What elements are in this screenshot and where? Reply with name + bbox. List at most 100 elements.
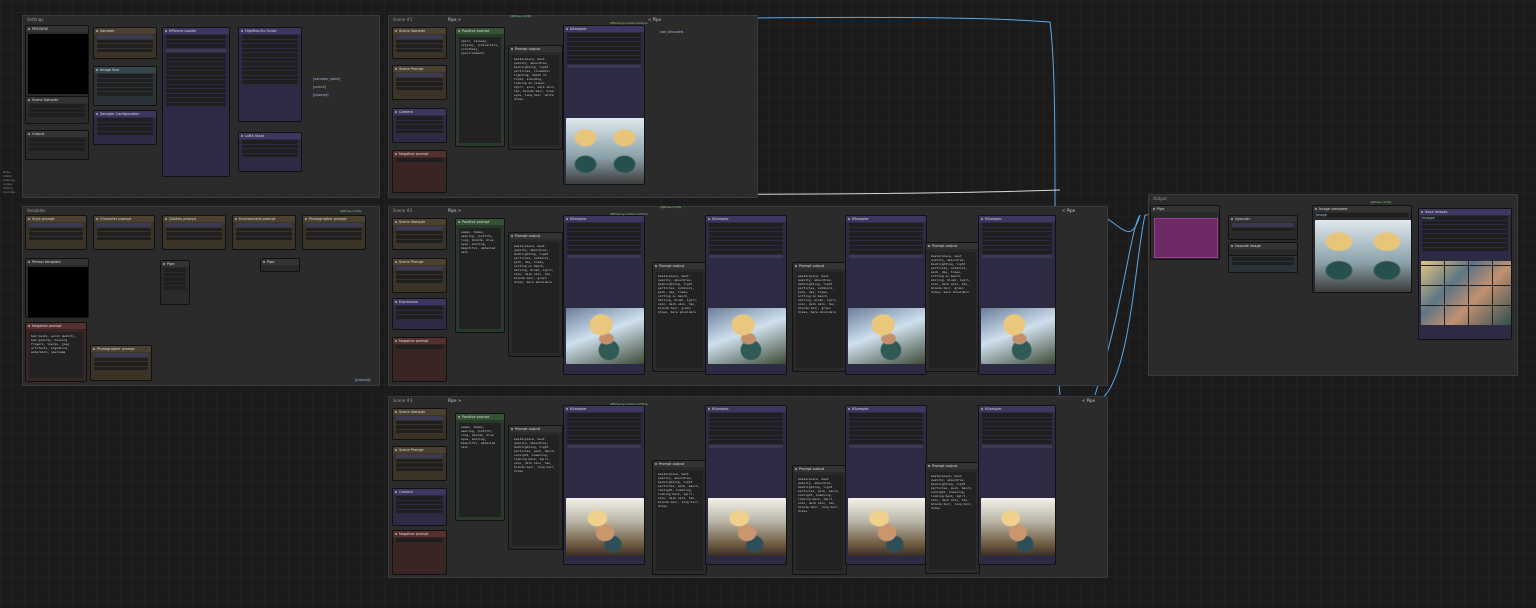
upscale-settings-node[interactable]: [1228, 255, 1298, 273]
scene2-ksampler-2[interactable]: KSampler: [705, 215, 787, 375]
negative-prompt-text[interactable]: bad hands, worst quality, bad quality, m…: [29, 332, 83, 378]
saved-images-grid[interactable]: [1421, 261, 1511, 325]
node-title: Image comparer: [1313, 206, 1411, 212]
efficiency-badge: efficiency-nodes-comfyui: [610, 402, 648, 406]
clothes-prompt-node[interactable]: Clothes prompt: [162, 215, 226, 250]
scene1-camera-node[interactable]: Camera: [392, 108, 447, 143]
seed-widget[interactable]: [97, 35, 153, 39]
environment-prompt-node[interactable]: Environment prompt: [232, 215, 296, 250]
efficient-loader-node[interactable]: Efficient Loader: [162, 27, 230, 177]
scene1-prompt-node[interactable]: Scene Prompt: [392, 65, 447, 100]
node-title: Person template: [26, 259, 88, 265]
scene3-prompt-output-3[interactable]: Prompt output masterpiece, best quality,…: [792, 465, 847, 575]
randomize-button[interactable]: [97, 39, 153, 43]
scene2-prompt-output-4[interactable]: Prompt output masterpiece, best quality,…: [925, 242, 980, 372]
scene2-ksampler-4[interactable]: KSampler: [978, 215, 1056, 375]
positive-prompt-text[interactable]: 1girl, {scene}, {style}, {character}, {c…: [459, 37, 501, 143]
scene2-expression-node[interactable]: Expression: [392, 298, 447, 330]
scene3-prompt-output-node[interactable]: Prompt output masterpiece, best quality,…: [508, 425, 563, 550]
character-prompt-node[interactable]: Character prompt: [93, 215, 155, 250]
scene2-result-image-2[interactable]: [708, 308, 786, 364]
scene2-prompt-node[interactable]: Scene Prompt: [392, 258, 447, 293]
upscaler-node[interactable]: Upscaler: [1228, 215, 1298, 240]
rgthree-badge: rgthree-comfy: [340, 209, 362, 213]
scene3-result-image-3[interactable]: [848, 498, 926, 556]
photographer-prompt-node-top[interactable]: Photographer prompt: [302, 215, 366, 250]
scene2-ksampler-1[interactable]: KSampler: [563, 215, 645, 375]
node-title: Camera: [393, 109, 446, 115]
image-size-node[interactable]: Image Size: [93, 66, 157, 106]
positive-prompt-text[interactable]: woman, human, wearing, {outfit}, long, b…: [459, 423, 501, 517]
scene1-prompt-output-node[interactable]: Prompt output masterpiece, best quality,…: [508, 45, 563, 150]
style-prompt-node[interactable]: Style prompt: [25, 215, 87, 250]
scene3-sampler-node[interactable]: Scene Sampler: [392, 408, 447, 440]
scene3-prompt-output-4[interactable]: Prompt output masterpiece, best quality,…: [925, 462, 980, 574]
vae-decoded-label: vae_decoded: [660, 30, 684, 34]
pipe-node-vars-2[interactable]: Pipe: [260, 258, 300, 272]
scene2-negative-node[interactable]: Negative prompt: [392, 337, 447, 382]
scene1-result-image[interactable]: [566, 118, 644, 184]
scene1-negative-node[interactable]: Negative prompt: [392, 150, 447, 193]
node-title: Pipe: [161, 261, 189, 267]
node-title: KSampler: [979, 216, 1055, 222]
rgthree-badge: rgthree-comfy: [510, 14, 532, 18]
scene2-prompt-output-2[interactable]: Prompt output masterpiece, best quality,…: [652, 262, 707, 372]
prompt-output-text: masterpiece, best quality, absurdres, ba…: [656, 272, 703, 368]
preview-node[interactable]: PREVIEW: [25, 25, 89, 97]
comparer-image[interactable]: [1315, 220, 1411, 292]
node-title: Style prompt: [26, 216, 86, 222]
node-title: Prompt output: [926, 463, 979, 469]
scene2-pipe-in: Pipe >: [448, 208, 462, 213]
rgthree-badge: rgthree-comfy: [1370, 200, 1392, 204]
pipe-node-vars-1[interactable]: Pipe: [160, 260, 190, 305]
lora-stack-node[interactable]: LoRA Stack: [238, 132, 302, 172]
scene3-negative-node[interactable]: Negative prompt: [392, 530, 447, 575]
new-seed-button[interactable]: [97, 44, 153, 48]
node-title: Prompt output: [509, 233, 562, 239]
scene1-sampler-node[interactable]: Scene Sampler: [392, 27, 447, 59]
scene3-camera-node[interactable]: Camera: [392, 488, 447, 526]
scene3-ksampler-1[interactable]: KSampler: [563, 405, 645, 565]
scene3-result-image-2[interactable]: [708, 498, 786, 556]
sampler-node[interactable]: Sampler: [93, 27, 157, 59]
scene2-result-image-1[interactable]: [566, 308, 644, 364]
output-pipe-node[interactable]: Pipe: [1150, 205, 1220, 260]
scene3-prompt-node[interactable]: Scene Prompt: [392, 446, 447, 481]
prompt-output-text: masterpiece, best quality, absurdres, ba…: [796, 475, 843, 571]
output-settings-node[interactable]: Output: [25, 130, 89, 160]
person-template-node[interactable]: Person template: [25, 258, 89, 318]
scene2-result-image-4[interactable]: [981, 308, 1055, 364]
photographer-prompt-node[interactable]: Photographer prompt: [90, 345, 152, 381]
scene2-result-image-3[interactable]: [848, 308, 926, 364]
efficiency-badge: efficiency-nodes-comfyui: [610, 21, 648, 25]
scene3-result-image-4[interactable]: [981, 498, 1055, 556]
highres-fix-node[interactable]: HighRes-Fix Script: [238, 27, 302, 122]
scene1-ksampler-node[interactable]: KSampler: [563, 25, 645, 185]
save-images-node[interactable]: Save Images: [1418, 208, 1512, 340]
image-comparer-node[interactable]: Image comparer: [1312, 205, 1412, 293]
scene2-ksampler-3[interactable]: KSampler: [845, 215, 927, 375]
scene3-prompt-output-2[interactable]: Prompt output masterpiece, best quality,…: [652, 460, 707, 575]
scene3-result-image-1[interactable]: [566, 498, 644, 556]
scene-sampler-node[interactable]: Scene Sampler: [25, 96, 89, 124]
scene2-prompt-output-node[interactable]: Prompt output masterpiece, best quality,…: [508, 232, 563, 357]
scene3-positive-node[interactable]: Positive prompt woman, human, wearing, {…: [455, 413, 505, 521]
sampler-config-node[interactable]: Sampler Configuration: [93, 110, 157, 145]
scene3-ksampler-3[interactable]: KSampler: [845, 405, 927, 565]
scene3-ksampler-4[interactable]: KSampler: [978, 405, 1056, 565]
scene1-positive-node[interactable]: Positive prompt 1girl, {scene}, {style},…: [455, 27, 505, 147]
scene2-prompt-output-3[interactable]: Prompt output masterpiece, best quality,…: [792, 262, 847, 372]
prompt-label: [prompt]: [313, 93, 329, 97]
node-title: Environment prompt: [233, 216, 295, 222]
positive-prompt-text[interactable]: woman, human, wearing, {outfit}, long, b…: [459, 228, 501, 329]
scene2-positive-node[interactable]: Positive prompt woman, human, wearing, {…: [455, 218, 505, 333]
reuse-seed-button[interactable]: [97, 48, 153, 52]
node-title: Sampler Configuration: [94, 111, 156, 117]
node-title: Image Size: [94, 67, 156, 73]
negative-prompt-node[interactable]: Negative prompt bad hands, worst quality…: [25, 322, 87, 382]
scene2-sampler-node[interactable]: Scene Sampler: [392, 218, 447, 250]
scene-label: [scene]: [313, 85, 327, 89]
scene3-ksampler-2[interactable]: KSampler: [705, 405, 787, 565]
group-title: Output: [1153, 196, 1167, 201]
node-title: Upscaler: [1229, 216, 1297, 222]
